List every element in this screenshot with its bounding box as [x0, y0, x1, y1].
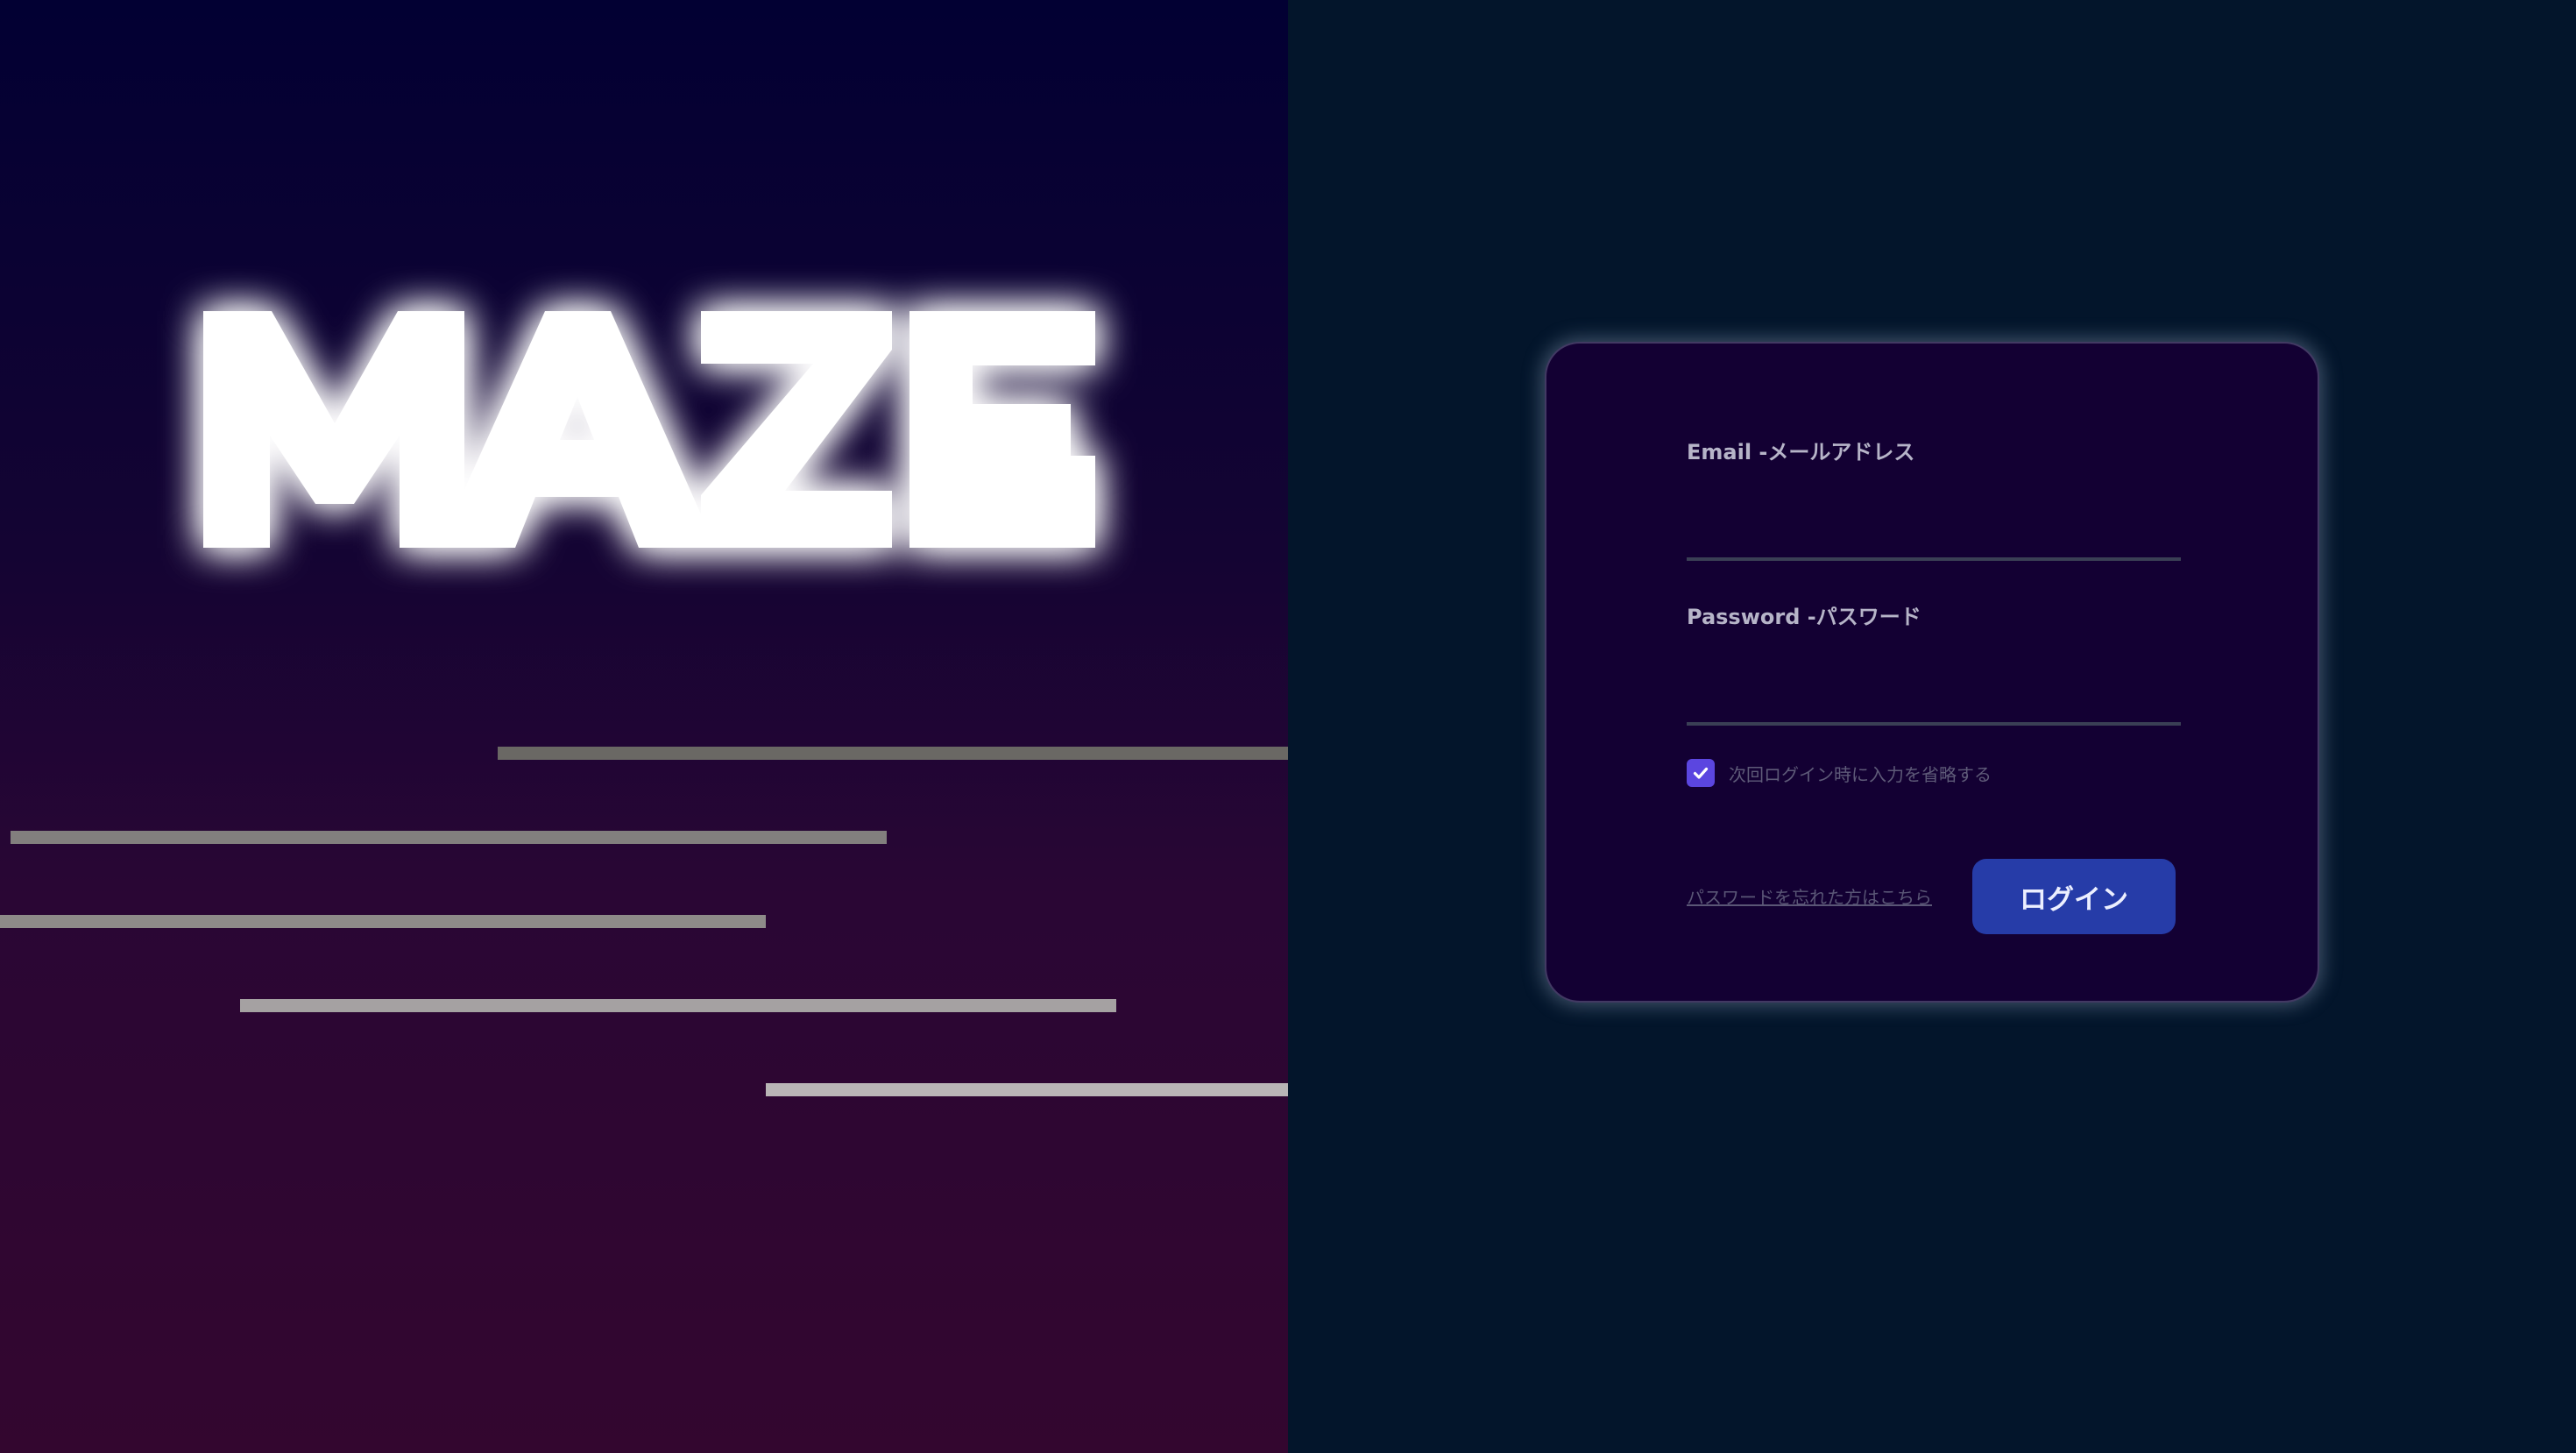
email-input[interactable] [1687, 508, 2181, 561]
login-page: Email -メールアドレス Password -パスワード 次回ログイン時に入… [0, 0, 2576, 1453]
decorative-stripe [766, 1083, 1288, 1096]
password-label: Password -パスワード [1687, 605, 1921, 629]
remember-me[interactable]: 次回ログイン時に入力を省略する [1687, 759, 1992, 787]
maze-logo [203, 311, 1097, 548]
decorative-stripe [240, 999, 1116, 1012]
remember-label: 次回ログイン時に入力を省略する [1729, 763, 1992, 785]
remember-checkbox[interactable] [1687, 759, 1715, 787]
password-input[interactable] [1687, 673, 2181, 726]
forgot-password-link[interactable]: パスワードを忘れた方はこちら [1687, 883, 1932, 909]
login-card: Email -メールアドレス Password -パスワード 次回ログイン時に入… [1545, 342, 2319, 1003]
login-button[interactable]: ログイン [1972, 859, 2176, 934]
brand-panel [0, 0, 1288, 1453]
check-icon [1693, 767, 1709, 779]
decorative-stripe [498, 747, 1288, 760]
maze-logo-graphic [203, 311, 1095, 548]
login-panel: Email -メールアドレス Password -パスワード 次回ログイン時に入… [1288, 0, 2576, 1453]
email-label: Email -メールアドレス [1687, 440, 1915, 464]
decorative-stripe [0, 915, 766, 928]
decorative-stripe [11, 831, 887, 844]
